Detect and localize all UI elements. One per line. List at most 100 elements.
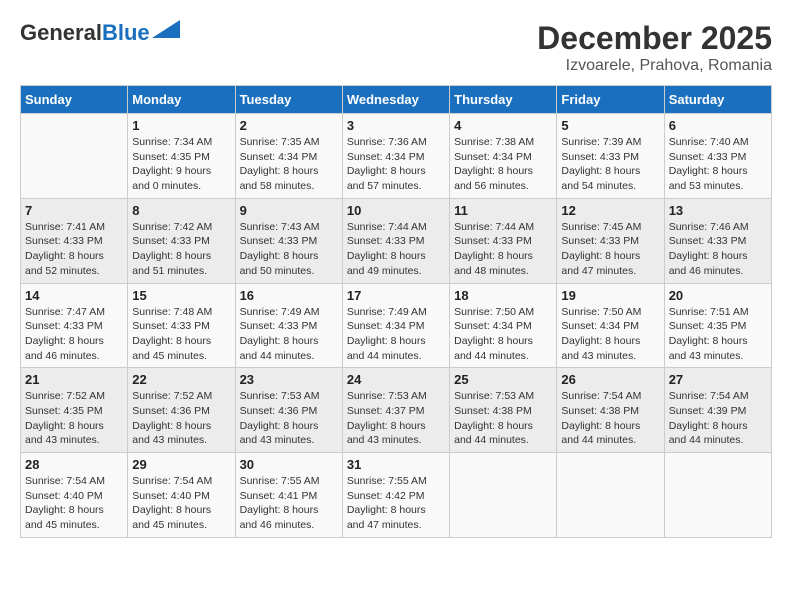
day-info: Sunrise: 7:44 AM Sunset: 4:33 PM Dayligh… xyxy=(347,220,445,279)
day-number: 3 xyxy=(347,118,445,133)
calendar-cell: 17 Sunrise: 7:49 AM Sunset: 4:34 PM Dayli… xyxy=(342,283,449,368)
calendar-cell: 9Sunrise: 7:43 AM Sunset: 4:33 PM Daylig… xyxy=(235,198,342,283)
calendar-cell: 10Sunrise: 7:44 AM Sunset: 4:33 PM Dayli… xyxy=(342,198,449,283)
page-title: December 2025 xyxy=(537,20,772,57)
calendar-cell: 21 Sunrise: 7:52 AM Sunset: 4:35 PM Dayli… xyxy=(21,368,128,453)
day-info: Sunrise: 7:52 AM Sunset: 4:36 PM Dayligh… xyxy=(132,389,230,448)
day-number: 2 xyxy=(240,118,338,133)
calendar-cell: 3 Sunrise: 7:36 AM Sunset: 4:34 PM Daylig… xyxy=(342,114,449,199)
calendar-cell xyxy=(450,453,557,538)
day-info: Sunrise: 7:44 AM Sunset: 4:33 PM Dayligh… xyxy=(454,220,552,279)
header-friday: Friday xyxy=(557,86,664,114)
day-info: Sunrise: 7:42 AM Sunset: 4:33 PM Dayligh… xyxy=(132,220,230,279)
day-number: 29 xyxy=(132,457,230,472)
day-info: Sunrise: 7:45 AM Sunset: 4:33 PM Dayligh… xyxy=(561,220,659,279)
header-wednesday: Wednesday xyxy=(342,86,449,114)
day-number: 30 xyxy=(240,457,338,472)
day-number: 19 xyxy=(561,288,659,303)
day-number: 1 xyxy=(132,118,230,133)
day-number: 23 xyxy=(240,372,338,387)
calendar-cell: 7 Sunrise: 7:41 AM Sunset: 4:33 PM Daylig… xyxy=(21,198,128,283)
calendar-cell: 2 Sunrise: 7:35 AM Sunset: 4:34 PM Daylig… xyxy=(235,114,342,199)
day-info: Sunrise: 7:35 AM Sunset: 4:34 PM Dayligh… xyxy=(240,135,338,194)
day-info: Sunrise: 7:49 AM Sunset: 4:34 PM Dayligh… xyxy=(347,305,445,364)
page-header: GeneralBlue December 2025 Izvoarele, Pra… xyxy=(20,20,772,75)
day-info: Sunrise: 7:54 AM Sunset: 4:40 PM Dayligh… xyxy=(132,474,230,533)
day-info: Sunrise: 7:50 AM Sunset: 4:34 PM Dayligh… xyxy=(561,305,659,364)
day-info: Sunrise: 7:41 AM Sunset: 4:33 PM Dayligh… xyxy=(25,220,123,279)
calendar-week-row: 7 Sunrise: 7:41 AM Sunset: 4:33 PM Daylig… xyxy=(21,198,772,283)
day-info: Sunrise: 7:54 AM Sunset: 4:38 PM Dayligh… xyxy=(561,389,659,448)
calendar-cell: 28 Sunrise: 7:54 AM Sunset: 4:40 PM Dayli… xyxy=(21,453,128,538)
day-number: 8 xyxy=(132,203,230,218)
calendar-cell: 26 Sunrise: 7:54 AM Sunset: 4:38 PM Dayli… xyxy=(557,368,664,453)
day-number: 21 xyxy=(25,372,123,387)
day-info: Sunrise: 7:55 AM Sunset: 4:41 PM Dayligh… xyxy=(240,474,338,533)
calendar-cell: 16Sunrise: 7:49 AM Sunset: 4:33 PM Dayli… xyxy=(235,283,342,368)
day-number: 22 xyxy=(132,372,230,387)
day-info: Sunrise: 7:54 AM Sunset: 4:40 PM Dayligh… xyxy=(25,474,123,533)
calendar-cell: 6 Sunrise: 7:40 AM Sunset: 4:33 PM Daylig… xyxy=(664,114,771,199)
header-thursday: Thursday xyxy=(450,86,557,114)
calendar-cell: 19 Sunrise: 7:50 AM Sunset: 4:34 PM Dayli… xyxy=(557,283,664,368)
calendar-cell: 8 Sunrise: 7:42 AM Sunset: 4:33 PM Daylig… xyxy=(128,198,235,283)
calendar-week-row: 28 Sunrise: 7:54 AM Sunset: 4:40 PM Dayli… xyxy=(21,453,772,538)
day-info: Sunrise: 7:52 AM Sunset: 4:35 PM Dayligh… xyxy=(25,389,123,448)
day-number: 25 xyxy=(454,372,552,387)
day-number: 13 xyxy=(669,203,767,218)
calendar-cell xyxy=(557,453,664,538)
calendar-cell: 22 Sunrise: 7:52 AM Sunset: 4:36 PM Dayli… xyxy=(128,368,235,453)
day-number: 18 xyxy=(454,288,552,303)
day-number: 6 xyxy=(669,118,767,133)
day-number: 12 xyxy=(561,203,659,218)
calendar-cell: 1 Sunrise: 7:34 AM Sunset: 4:35 PM Daylig… xyxy=(128,114,235,199)
header-monday: Monday xyxy=(128,86,235,114)
logo: GeneralBlue xyxy=(20,20,180,46)
day-number: 28 xyxy=(25,457,123,472)
calendar-cell: 27 Sunrise: 7:54 AM Sunset: 4:39 PM Dayli… xyxy=(664,368,771,453)
day-info: Sunrise: 7:48 AM Sunset: 4:33 PM Dayligh… xyxy=(132,305,230,364)
day-info: Sunrise: 7:36 AM Sunset: 4:34 PM Dayligh… xyxy=(347,135,445,194)
calendar-week-row: 14Sunrise: 7:47 AM Sunset: 4:33 PM Dayli… xyxy=(21,283,772,368)
logo-text: GeneralBlue xyxy=(20,20,150,46)
calendar-cell xyxy=(21,114,128,199)
calendar-table: SundayMondayTuesdayWednesdayThursdayFrid… xyxy=(20,85,772,538)
day-number: 11 xyxy=(454,203,552,218)
day-number: 31 xyxy=(347,457,445,472)
day-number: 5 xyxy=(561,118,659,133)
calendar-cell: 31 Sunrise: 7:55 AM Sunset: 4:42 PM Dayli… xyxy=(342,453,449,538)
day-info: Sunrise: 7:47 AM Sunset: 4:33 PM Dayligh… xyxy=(25,305,123,364)
calendar-cell: 20 Sunrise: 7:51 AM Sunset: 4:35 PM Dayli… xyxy=(664,283,771,368)
day-info: Sunrise: 7:39 AM Sunset: 4:33 PM Dayligh… xyxy=(561,135,659,194)
page-subtitle: Izvoarele, Prahova, Romania xyxy=(537,57,772,75)
day-info: Sunrise: 7:55 AM Sunset: 4:42 PM Dayligh… xyxy=(347,474,445,533)
day-number: 20 xyxy=(669,288,767,303)
calendar-cell: 30 Sunrise: 7:55 AM Sunset: 4:41 PM Dayli… xyxy=(235,453,342,538)
day-info: Sunrise: 7:54 AM Sunset: 4:39 PM Dayligh… xyxy=(669,389,767,448)
calendar-cell: 11 Sunrise: 7:44 AM Sunset: 4:33 PM Dayli… xyxy=(450,198,557,283)
day-number: 17 xyxy=(347,288,445,303)
calendar-cell: 5 Sunrise: 7:39 AM Sunset: 4:33 PM Daylig… xyxy=(557,114,664,199)
calendar-cell: 25 Sunrise: 7:53 AM Sunset: 4:38 PM Dayli… xyxy=(450,368,557,453)
day-number: 7 xyxy=(25,203,123,218)
calendar-cell: 24 Sunrise: 7:53 AM Sunset: 4:37 PM Dayli… xyxy=(342,368,449,453)
calendar-cell: 14Sunrise: 7:47 AM Sunset: 4:33 PM Dayli… xyxy=(21,283,128,368)
day-number: 26 xyxy=(561,372,659,387)
day-number: 27 xyxy=(669,372,767,387)
calendar-cell: 13Sunrise: 7:46 AM Sunset: 4:33 PM Dayli… xyxy=(664,198,771,283)
day-info: Sunrise: 7:53 AM Sunset: 4:36 PM Dayligh… xyxy=(240,389,338,448)
day-info: Sunrise: 7:34 AM Sunset: 4:35 PM Dayligh… xyxy=(132,135,230,194)
day-info: Sunrise: 7:53 AM Sunset: 4:38 PM Dayligh… xyxy=(454,389,552,448)
day-info: Sunrise: 7:40 AM Sunset: 4:33 PM Dayligh… xyxy=(669,135,767,194)
title-block: December 2025 Izvoarele, Prahova, Romani… xyxy=(537,20,772,75)
calendar-cell: 29 Sunrise: 7:54 AM Sunset: 4:40 PM Dayli… xyxy=(128,453,235,538)
day-info: Sunrise: 7:51 AM Sunset: 4:35 PM Dayligh… xyxy=(669,305,767,364)
day-info: Sunrise: 7:43 AM Sunset: 4:33 PM Dayligh… xyxy=(240,220,338,279)
day-info: Sunrise: 7:53 AM Sunset: 4:37 PM Dayligh… xyxy=(347,389,445,448)
calendar-cell: 4Sunrise: 7:38 AM Sunset: 4:34 PM Daylig… xyxy=(450,114,557,199)
day-number: 15 xyxy=(132,288,230,303)
calendar-cell: 23 Sunrise: 7:53 AM Sunset: 4:36 PM Dayli… xyxy=(235,368,342,453)
calendar-cell: 12 Sunrise: 7:45 AM Sunset: 4:33 PM Dayli… xyxy=(557,198,664,283)
calendar-week-row: 1 Sunrise: 7:34 AM Sunset: 4:35 PM Daylig… xyxy=(21,114,772,199)
day-number: 24 xyxy=(347,372,445,387)
